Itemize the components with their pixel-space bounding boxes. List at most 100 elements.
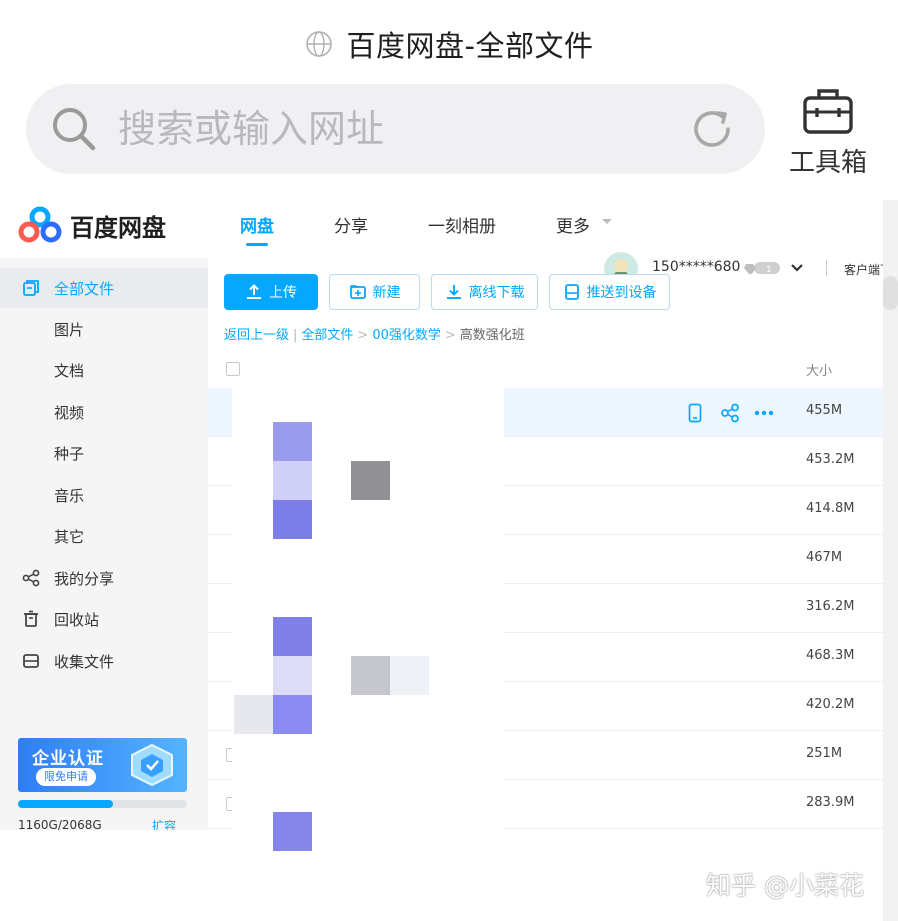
- sidebar-item-all-files[interactable]: 全部文件: [0, 268, 208, 308]
- sidebar-item-recycle-bin[interactable]: 回收站: [0, 599, 208, 639]
- file-size: 283.9M: [806, 795, 855, 810]
- mosaic-block: [234, 695, 273, 734]
- mosaic-block: [273, 461, 312, 500]
- table-header: 大小: [208, 356, 888, 386]
- new-folder-icon: [349, 285, 366, 299]
- breadcrumb-separator: |: [293, 328, 298, 343]
- mosaic-block: [273, 422, 312, 461]
- logo[interactable]: 百度网盘: [18, 206, 166, 244]
- breadcrumb-current: 高数强化班: [459, 328, 525, 343]
- file-size: 455M: [806, 403, 843, 418]
- address-input[interactable]: [118, 107, 678, 151]
- toolbox-label: 工具箱: [788, 148, 867, 178]
- sidebar-item-label: 我的分享: [54, 569, 115, 588]
- sidebar-item-label: 文档: [54, 361, 85, 380]
- toolbox-button[interactable]: 工具箱: [786, 84, 870, 184]
- share-icon: [22, 569, 40, 587]
- row-actions: [686, 402, 776, 424]
- select-all-checkbox[interactable]: [226, 362, 240, 376]
- all-files-icon: [23, 280, 39, 296]
- user-name[interactable]: 150*****680: [652, 259, 740, 275]
- file-size: 467M: [806, 550, 843, 565]
- expand-quota-link[interactable]: 扩容: [152, 817, 176, 830]
- device-icon: [564, 284, 579, 300]
- sidebar-item-images[interactable]: 图片: [0, 309, 208, 349]
- browser-title-bar: 百度网盘-全部文件: [0, 22, 898, 66]
- upload-button[interactable]: 上传: [224, 274, 318, 310]
- mosaic-block: [273, 656, 312, 695]
- sidebar-item-music[interactable]: 音乐: [0, 475, 208, 515]
- nav-tab-share[interactable]: 分享: [334, 212, 368, 237]
- mosaic-block: [351, 656, 390, 695]
- share-icon[interactable]: [720, 403, 740, 423]
- quota-fill: [18, 800, 113, 808]
- more-icon[interactable]: [754, 410, 774, 416]
- vip-badge-icon: 1: [744, 262, 780, 275]
- enterprise-banner[interactable]: 企业认证 限免申请: [18, 738, 187, 792]
- new-folder-button[interactable]: 新建: [329, 274, 420, 310]
- offline-label: 离线下载: [468, 285, 525, 301]
- sidebar-item-torrents[interactable]: 种子: [0, 433, 208, 473]
- divider: [826, 260, 827, 276]
- mosaic-block: [273, 812, 312, 851]
- breadcrumb-back-link[interactable]: 返回上一级: [224, 328, 289, 343]
- sidebar-item-my-shares[interactable]: 我的分享: [0, 558, 208, 598]
- quota-bar: [18, 800, 187, 808]
- file-size: 420.2M: [806, 697, 855, 712]
- push-label: 推送到设备: [586, 285, 657, 301]
- chevron-down-icon: [602, 219, 612, 224]
- sidebar-item-documents[interactable]: 文档: [0, 350, 208, 390]
- chevron-down-icon[interactable]: [790, 263, 804, 273]
- file-size: 453.2M: [806, 452, 855, 467]
- mosaic-block: [273, 500, 312, 539]
- toolbox-icon: [803, 89, 853, 134]
- sidebar-item-label: 全部文件: [54, 279, 115, 298]
- sidebar-item-collect-files[interactable]: 收集文件: [0, 641, 208, 681]
- sidebar-item-other[interactable]: 其它: [0, 516, 208, 556]
- sidebar-item-label: 音乐: [54, 486, 85, 505]
- page-title: 百度网盘-全部文件: [346, 29, 594, 63]
- breadcrumb-folder[interactable]: 00强化数学: [372, 328, 441, 343]
- banner-apply-button[interactable]: 限免申请: [36, 768, 96, 786]
- trash-icon: [24, 610, 38, 627]
- nav-tab-pan[interactable]: 网盘: [240, 212, 274, 237]
- breadcrumb-all-files[interactable]: 全部文件: [301, 328, 353, 343]
- sidebar-item-label: 其它: [54, 527, 85, 546]
- push-to-device-button[interactable]: 推送到设备: [549, 274, 670, 310]
- nav-tab-more[interactable]: 更多: [556, 212, 590, 237]
- nav-active-indicator: [246, 243, 268, 246]
- download-icon: [446, 285, 461, 299]
- upload-label: 上传: [269, 285, 297, 301]
- new-label: 新建: [372, 285, 401, 301]
- phone-icon[interactable]: [688, 403, 702, 423]
- scrollbar-thumb[interactable]: [883, 276, 898, 310]
- vip-level: 1: [766, 265, 772, 275]
- nav-tab-album[interactable]: 一刻相册: [428, 212, 496, 237]
- sidebar-item-label: 回收站: [54, 610, 100, 629]
- top-nav: 百度网盘 网盘 分享 一刻相册 更多: [0, 196, 898, 254]
- sidebar-item-videos[interactable]: 视频: [0, 392, 208, 432]
- sidebar-item-label: 种子: [54, 444, 85, 463]
- file-size: 468.3M: [806, 648, 855, 663]
- mosaic-block: [273, 695, 312, 734]
- baidu-pan-logo-icon: [18, 206, 62, 243]
- mosaic-block: [273, 617, 312, 656]
- column-header-size[interactable]: 大小: [806, 360, 832, 379]
- mosaic-block: [351, 461, 390, 500]
- breadcrumb-separator: >: [357, 328, 369, 343]
- sidebar-item-label: 图片: [54, 320, 85, 339]
- offline-download-button[interactable]: 离线下载: [431, 274, 538, 310]
- breadcrumb: 返回上一级 | 全部文件 >00强化数学 > 高数强化班: [224, 324, 525, 343]
- shield-cube-icon: [131, 743, 173, 787]
- file-size: 316.2M: [806, 599, 855, 614]
- address-bar[interactable]: [26, 84, 765, 174]
- globe-icon: [305, 31, 332, 57]
- mosaic-block: [390, 656, 429, 695]
- file-size: 414.8M: [806, 501, 855, 516]
- banner-title: 企业认证: [32, 749, 104, 769]
- watermark: 知乎 @小菜花: [706, 871, 864, 900]
- collect-icon: [23, 654, 39, 668]
- quota-text: 1160G/2068G: [18, 818, 102, 830]
- search-icon: [53, 108, 96, 151]
- reload-icon[interactable]: [689, 106, 735, 152]
